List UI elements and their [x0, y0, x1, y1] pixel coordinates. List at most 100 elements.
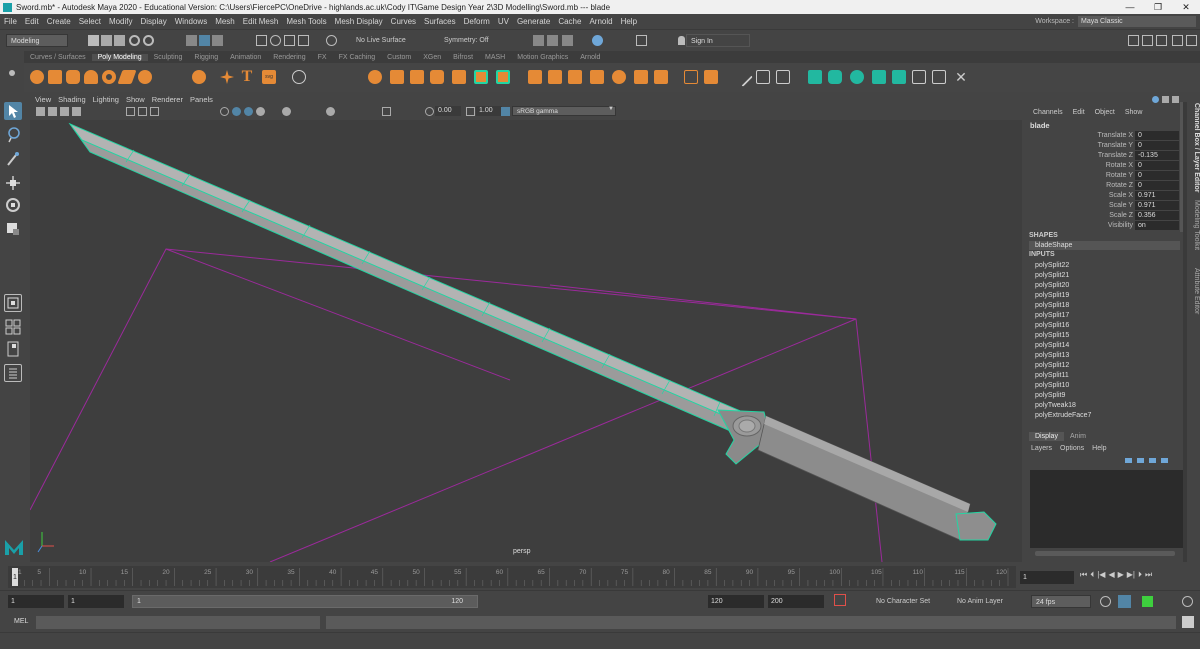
input-node[interactable]: polySplit18 — [1035, 302, 1069, 309]
ipr-render-icon[interactable] — [547, 35, 558, 46]
menu-set-dropdown[interactable]: Modeling — [6, 34, 68, 47]
input-node[interactable]: polySplit19 — [1035, 292, 1069, 299]
layer-move-up-icon[interactable] — [1125, 458, 1132, 463]
snap-view-plane-icon[interactable] — [298, 35, 309, 46]
move-tool-icon[interactable] — [4, 174, 22, 192]
type-tool-icon[interactable]: T — [240, 69, 254, 85]
poly-torus-icon[interactable] — [102, 70, 116, 84]
smooth-icon[interactable] — [410, 70, 424, 84]
snap-grid-icon[interactable] — [256, 35, 267, 46]
attr-translate-z[interactable]: Translate Z -0.135 — [1025, 151, 1180, 161]
poke-icon[interactable] — [634, 70, 648, 84]
connect-icon[interactable] — [776, 70, 790, 84]
shelf-options-icon[interactable] — [8, 60, 16, 86]
select-object-icon[interactable] — [199, 35, 210, 46]
menu-mesh-tools[interactable]: Mesh Tools — [286, 17, 326, 26]
viewport-menu-show[interactable]: Show — [126, 95, 145, 104]
input-node[interactable]: polySplit16 — [1035, 322, 1069, 329]
uv-cylindrical-icon[interactable] — [828, 70, 842, 84]
input-node[interactable]: polySplit9 — [1035, 392, 1065, 399]
extrude-icon[interactable] — [474, 70, 488, 84]
triangulate-icon[interactable] — [590, 70, 604, 84]
poly-disc-icon[interactable] — [138, 70, 152, 84]
arnold-render-icon[interactable] — [636, 35, 647, 46]
perspective-viewport[interactable]: persp — [30, 120, 1022, 562]
layer-horizontal-scrollbar[interactable] — [1035, 551, 1175, 556]
anim-layer-dropdown[interactable]: No Anim Layer — [957, 598, 1003, 605]
input-node[interactable]: polySplit15 — [1035, 332, 1069, 339]
shelf-tab-rendering[interactable]: Rendering — [267, 54, 311, 61]
attr-translate-y[interactable]: Translate Y0 — [1025, 141, 1180, 151]
shelf-tab-xgen[interactable]: XGen — [417, 54, 447, 61]
hypershade-icon[interactable] — [592, 35, 603, 46]
menu-surfaces[interactable]: Surfaces — [424, 17, 456, 26]
input-node[interactable]: polySplit13 — [1035, 352, 1069, 359]
wedge-icon[interactable] — [654, 70, 668, 84]
xray-icon[interactable] — [326, 107, 335, 116]
boolean-icon[interactable] — [430, 70, 444, 84]
viewport-menu-panels[interactable]: Panels — [190, 95, 213, 104]
channel-box-menu-channels[interactable]: Channels — [1033, 109, 1063, 116]
workspace-dropdown[interactable]: Maya Classic — [1078, 16, 1196, 27]
command-language-toggle[interactable]: MEL — [14, 618, 28, 625]
new-layer-selected-icon[interactable] — [1161, 458, 1168, 463]
channel-box-menu-object[interactable]: Object — [1095, 109, 1115, 116]
layer-menu-help[interactable]: Help — [1092, 445, 1106, 452]
step-back-key-icon[interactable]: |◀ — [1097, 570, 1105, 584]
select-camera-icon[interactable] — [36, 107, 45, 116]
target-weld-icon[interactable] — [756, 70, 770, 84]
quadrangulate-icon[interactable] — [612, 70, 626, 84]
shape-node[interactable]: bladeShape — [1029, 241, 1180, 250]
shelf-tab-sculpting[interactable]: Sculpting — [148, 54, 189, 61]
grid-toggle-icon[interactable] — [126, 107, 135, 116]
menu-cache[interactable]: Cache — [558, 17, 581, 26]
gamma-icon[interactable] — [466, 107, 475, 116]
view-transform-dropdown[interactable]: sRGB gamma — [512, 106, 616, 116]
uv-spherical-icon[interactable] — [850, 70, 864, 84]
isolate-select-icon[interactable] — [382, 107, 391, 116]
reduce-icon[interactable] — [704, 70, 718, 84]
wireframe-on-shaded-icon[interactable] — [244, 107, 253, 116]
range-slider[interactable]: 1 120 — [132, 595, 478, 608]
bookmark-icon[interactable] — [60, 107, 69, 116]
input-node[interactable]: polySplit12 — [1035, 362, 1069, 369]
scene-canvas[interactable] — [30, 120, 1022, 562]
platonic-solid-icon[interactable] — [192, 70, 206, 84]
undo-icon[interactable] — [129, 35, 140, 46]
viewport-menu-renderer[interactable]: Renderer — [152, 95, 183, 104]
smooth-shade-icon[interactable] — [232, 107, 241, 116]
auto-key-icon[interactable] — [834, 594, 846, 606]
layer-menu-options[interactable]: Options — [1060, 445, 1084, 452]
maximize-button[interactable]: ❐ — [1144, 0, 1172, 14]
mirror-icon[interactable] — [452, 70, 466, 84]
poly-cylinder-icon[interactable] — [66, 70, 80, 84]
preferences-icon[interactable] — [1182, 596, 1193, 607]
outliner-layout-icon[interactable] — [4, 364, 22, 382]
side-tab-modeling-toolkit[interactable]: Modeling Toolkit — [1188, 200, 1200, 250]
gamma-field[interactable]: 1.00 — [476, 106, 502, 116]
layer-editor-toggle-icon[interactable] — [1186, 35, 1197, 46]
exposure-field[interactable]: 0.00 — [435, 106, 461, 116]
fps-dropdown[interactable]: 24 fps — [1031, 595, 1091, 608]
channel-box-toggle-icon[interactable] — [1172, 35, 1183, 46]
input-node[interactable]: polySplit22 — [1035, 262, 1069, 269]
attr-scale-y[interactable]: Scale Y 0.971 — [1025, 201, 1180, 211]
menu-file[interactable]: File — [4, 17, 17, 26]
snap-point-icon[interactable] — [284, 35, 295, 46]
menu-mesh[interactable]: Mesh — [215, 17, 235, 26]
lasso-tool-icon[interactable] — [4, 126, 22, 144]
menu-select[interactable]: Select — [79, 17, 101, 26]
attribute-editor-toggle-icon[interactable] — [1142, 35, 1153, 46]
side-tab-attribute-editor[interactable]: Attribute Editor — [1188, 268, 1200, 314]
animation-end-field[interactable]: 200 — [768, 595, 824, 608]
cache-playback-icon[interactable] — [1118, 595, 1131, 608]
animation-start-field[interactable]: 1 — [8, 595, 64, 608]
single-view-layout-icon[interactable] — [4, 294, 22, 312]
shelf-tab-rigging[interactable]: Rigging — [188, 54, 224, 61]
select-tool-icon[interactable] — [4, 102, 22, 120]
playback-start-field[interactable]: 1 — [68, 595, 124, 608]
current-frame-field[interactable]: 1 — [1020, 571, 1074, 584]
redo-icon[interactable] — [143, 35, 154, 46]
poly-sphere-icon[interactable] — [30, 70, 44, 84]
step-back-frame-icon[interactable]: ⏴ — [1090, 570, 1094, 584]
